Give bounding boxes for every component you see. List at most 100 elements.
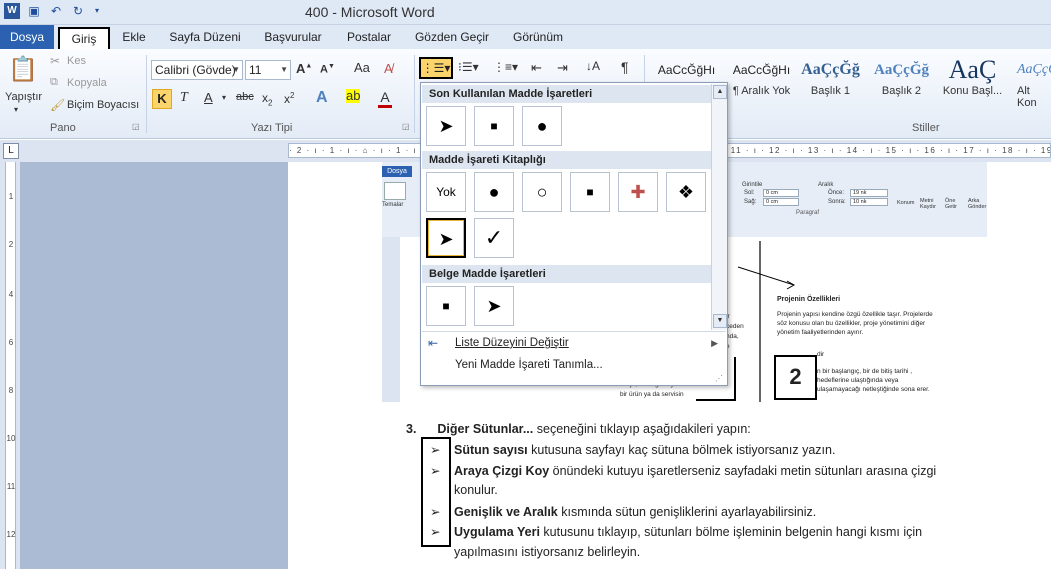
tab-gozden-gecir[interactable]: Gözden Geçir [410,27,494,49]
arrow-bullet-icon: ➢ [430,525,441,539]
bullet-text: kutusunu tıklayıp, sütunları bölme işlem… [539,525,923,539]
embedded-number-box: 2 [774,355,817,400]
tab-basvurular[interactable]: Başvurular [258,27,328,49]
style-no-spacing[interactable]: AaCcĞğHı ¶ Aralık Yok [725,55,798,107]
sort-icon[interactable]: ↓A [586,59,600,73]
dot-bullet-option[interactable]: ● [474,172,514,212]
font-family-combo[interactable]: Calibri (Gövde) ▼ [151,60,243,80]
style-title[interactable]: AaÇ Konu Başl... [936,55,1009,107]
font-size-combo[interactable]: 11 ▼ [245,60,291,80]
menu-item-label: Yeni Madde İşareti Tanımla... [455,359,603,371]
style-name: Başlık 1 [810,85,851,97]
tab-giris[interactable]: Giriş [58,27,110,49]
paste-icon[interactable]: 📋 [8,55,38,85]
bold-button[interactable]: K [152,89,172,109]
text-effects-icon[interactable]: A [316,89,328,107]
step-number: 3. [406,422,417,436]
ruler-tick: 8 [8,386,14,395]
clipboard-group-label: Pano [50,122,76,134]
tab-sayfa-duzeni[interactable]: Sayfa Düzeni [165,27,245,49]
tab-selector-icon[interactable]: L [3,143,19,159]
underline-dropdown-icon[interactable]: ▾ [222,93,226,102]
style-preview: AaÇçĞğ [874,62,929,78]
cut-icon[interactable]: ✂ [50,54,60,68]
format-painter-button[interactable]: Biçim Boyacısı [67,99,139,111]
style-heading-2[interactable]: AaÇçĞğ Başlık 2 [865,55,938,107]
numbering-icon[interactable]: ⁝☰▾ [458,60,479,74]
decrease-indent-icon[interactable]: ⇤ [531,60,542,76]
embedded-vertical-ruler [382,237,400,402]
dropdown-scrollbar[interactable]: ▲ ▼ [711,84,727,330]
tab-gorunum[interactable]: Görünüm [507,27,569,49]
square-bullet-option[interactable]: ■ [474,106,514,146]
style-name: Alt Kon [1017,85,1037,107]
italic-icon[interactable]: T [180,90,188,106]
style-subtitle[interactable]: AaÇçĞ Alt Kon [1007,55,1051,107]
bullet-bold: Genişlik ve Aralık [454,505,558,519]
arrowhead-bullet-option[interactable]: ➤ [426,218,466,258]
embedded-input: 0 cm [763,198,799,206]
format-painter-icon[interactable]: 🖌 [50,98,65,112]
clear-formatting-icon[interactable]: A̸ [384,61,393,76]
style-preview: AaÇ [948,55,997,84]
style-preview: AaCcĞğHı [732,63,791,77]
change-list-level-item[interactable]: ⇤ Liste Düzeyini Değiştir ▶ [422,332,726,354]
subscript-icon[interactable]: x2 [262,91,272,107]
copy-icon[interactable]: ⧉ [50,76,58,89]
bullets-button[interactable]: ⋮☰▾ [419,57,453,79]
document-bullets-header: Belge Madde İşaretleri [422,265,711,283]
bullet-bold: Araya Çizgi Koy [454,464,550,478]
paste-button[interactable]: Yapıştır [5,91,42,103]
define-new-bullet-item[interactable]: Yeni Madde İşareti Tanımla... [422,354,726,376]
bullet-text: önündeki kutuyu işaretlerseniz sayfadaki… [549,464,937,478]
paste-dropdown-icon[interactable]: ▾ [14,105,18,114]
multilevel-list-icon[interactable]: ⋮≡▾ [493,60,518,74]
bullet-continuation: yapılmasını istiyorsanız belirleyin. [454,545,641,559]
separator [146,55,147,133]
bullet-bold: Sütun sayısı [454,443,528,457]
tab-dosya[interactable]: Dosya [0,25,54,49]
resize-grip-icon[interactable]: ⋰ [715,374,723,383]
style-name: ¶ Aralık Yok [732,85,791,97]
superscript-icon[interactable]: x2 [284,91,294,106]
clipboard-launcher-icon[interactable]: ◲ [132,122,140,131]
style-preview: AaCcĞğHı [657,63,716,77]
dot-bullet-option[interactable]: ● [522,106,562,146]
font-size-value: 11 [249,63,262,77]
title-bar: W ▣ ↶ ↻ ▾ 400 - Microsoft Word [0,0,1051,25]
scroll-down-icon[interactable]: ▼ [713,314,727,328]
embedded-heading: Projenin Özellikleri [777,296,841,303]
font-launcher-icon[interactable]: ◲ [402,122,410,131]
list-step-3: 3. Diğer Sütunlar... seçeneğini tıklayıp… [406,422,751,436]
checkmark-bullet-option[interactable]: ✓ [474,218,514,258]
arrowhead-bullet-option[interactable]: ➤ [474,286,514,326]
tab-postalar[interactable]: Postalar [341,27,397,49]
arrowhead-bullet-option[interactable]: ➤ [426,106,466,146]
strikethrough-icon[interactable]: abc [236,91,254,103]
no-bullet-option[interactable]: Yok [426,172,466,212]
star-bullet-option[interactable]: ✚ [618,172,658,212]
copy-button[interactable]: Kopyala [67,77,107,89]
underline-icon[interactable]: A [204,90,213,105]
font-color-icon[interactable]: A [378,89,392,108]
ruler-tick: 1 [8,192,14,201]
vertical-ruler-track [5,162,16,569]
diamond-bullet-option[interactable]: ❖ [666,172,706,212]
shrink-font-icon[interactable]: A▼ [320,63,335,76]
square-bullet-option[interactable]: ■ [570,172,610,212]
circle-bullet-option[interactable]: ○ [522,172,562,212]
increase-indent-icon[interactable]: ⇥ [557,60,568,76]
square-bullet-option[interactable]: ■ [426,286,466,326]
tab-ekle[interactable]: Ekle [117,27,151,49]
vertical-ruler[interactable]: 1 2 4 6 8 10 11 12 [0,162,20,569]
embedded-label: Metni Kaydır [920,198,936,210]
ruler-tick: 4 [8,290,14,299]
style-heading-1[interactable]: AaÇçĞğ Başlık 1 [794,55,867,107]
change-case-icon[interactable]: Aa [354,60,370,75]
scroll-up-icon[interactable]: ▲ [713,85,727,99]
grow-font-icon[interactable]: A▲ [296,61,312,76]
cut-button[interactable]: Kes [67,55,86,67]
ruler-tick: 11 [6,482,16,491]
show-hide-icon[interactable]: ¶ [621,59,629,75]
highlight-icon[interactable]: ab [346,89,360,103]
